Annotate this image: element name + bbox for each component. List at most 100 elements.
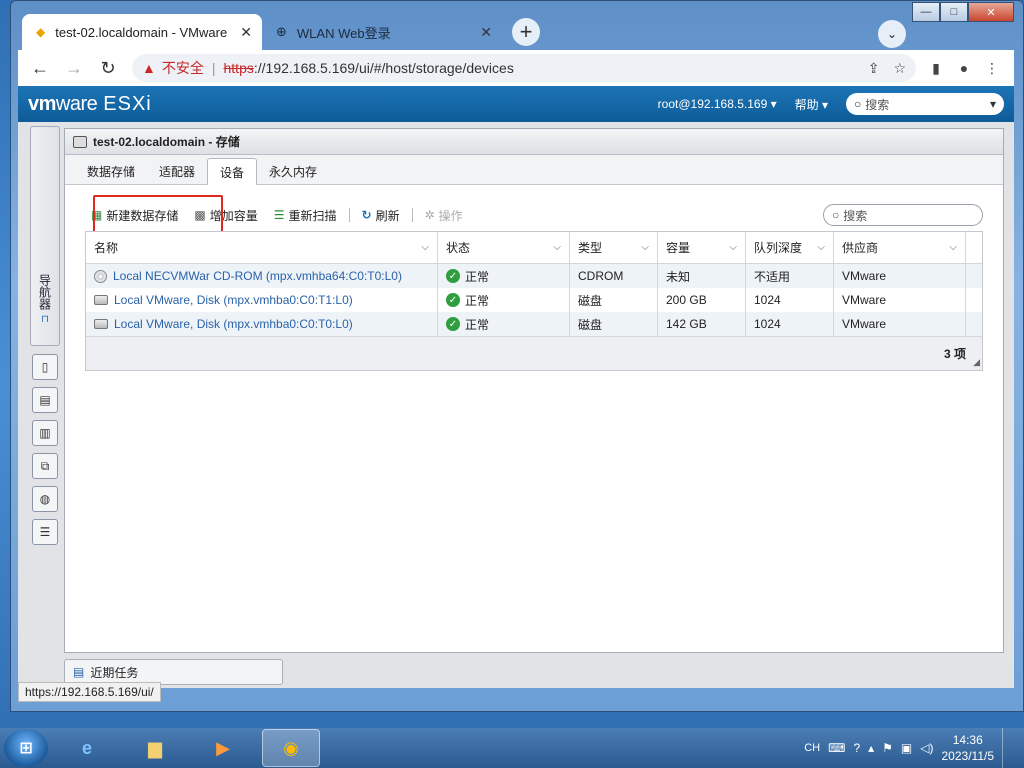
increase-capacity-icon: ▩ — [194, 208, 206, 222]
back-arrow-icon[interactable]: ← — [26, 54, 54, 82]
media-player-icon[interactable]: ▶ — [194, 729, 252, 767]
profile-avatar-icon[interactable]: ● — [950, 54, 978, 82]
address-bar[interactable]: ▲ 不安全 | https://192.168.5.169/ui/#/host/… — [132, 54, 916, 82]
column-capacity[interactable]: 容量 ⌵ — [658, 232, 746, 263]
tab-datastores[interactable]: 数据存储 — [75, 158, 147, 184]
bookmark-star-icon[interactable]: ☆ — [893, 60, 906, 77]
increase-capacity-button[interactable]: ▩ 增加容量 — [188, 204, 263, 226]
refresh-button[interactable]: ↻ 刷新 — [356, 204, 406, 226]
item-count: 3 项 — [943, 347, 966, 361]
status-ok-icon: ✓ — [446, 317, 460, 331]
monitor-icon[interactable]: ▥ — [32, 420, 58, 446]
column-type[interactable]: 类型 ⌵ — [570, 232, 658, 263]
toolbar-divider — [348, 208, 350, 222]
pin-icon: ⊓ — [41, 314, 49, 325]
devices-search-input[interactable]: ○ 搜索 — [823, 204, 983, 226]
help-menu[interactable]: 帮助 ▾ — [795, 96, 828, 113]
column-vendor[interactable]: 供应商 ⌵ — [834, 232, 966, 263]
column-status[interactable]: 状态 ⌵ — [438, 232, 570, 263]
gear-icon: ✲ — [424, 208, 435, 222]
devices-table: 名称 ⌵ 状态 ⌵ 类型 ⌵ 容量 ⌵ 队列深度 ⌵ 供应商 ⌵ Local NECVMWa… — [85, 231, 983, 371]
show-desktop-button[interactable] — [1002, 728, 1014, 768]
close-window-button[interactable]: ✕ — [968, 2, 1014, 22]
maximize-button[interactable]: □ — [940, 2, 968, 22]
forward-arrow-icon[interactable]: → — [60, 54, 88, 82]
browser-toolbar: ← → ↻ ▲ 不安全 | https://192.168.5.169/ui/#… — [18, 50, 1014, 86]
tab-adapters[interactable]: 适配器 — [147, 158, 207, 184]
start-button-icon[interactable]: ⊞ — [4, 729, 48, 767]
table-row[interactable]: Local VMware, Disk (mpx.vmhba0:C0:T1:L0)… — [86, 288, 982, 312]
column-name[interactable]: 名称 ⌵ — [86, 232, 438, 263]
internet-explorer-icon[interactable]: e — [58, 729, 116, 767]
device-name[interactable]: Local VMware, Disk (mpx.vmhba0:C0:T1:L0) — [114, 293, 353, 307]
virtual-machines-icon[interactable]: ⧉ — [32, 453, 58, 479]
url-separator: | — [211, 60, 216, 76]
new-datastore-button[interactable]: ▦ 新建数据存储 — [85, 204, 184, 226]
user-menu[interactable]: root@192.168.5.169 ▾ — [658, 97, 777, 111]
chevron-down-icon: ⌵ — [729, 242, 737, 253]
file-explorer-icon[interactable]: ▆ — [126, 729, 184, 767]
tab-devices[interactable]: 设备 — [207, 158, 258, 185]
menu-kebab-icon[interactable]: ⋮ — [978, 54, 1006, 82]
host-icon[interactable]: ▯ — [32, 354, 58, 380]
sidepanel-icon[interactable]: ▮ — [922, 54, 950, 82]
ime-indicator[interactable]: CH — [804, 742, 820, 754]
resize-grip-icon[interactable]: ◢ — [973, 357, 980, 368]
tab-search-chevron-icon[interactable]: ⌄ — [878, 20, 906, 48]
device-capacity: 未知 — [658, 264, 746, 288]
networking-icon[interactable]: ◍ — [32, 486, 58, 512]
device-vendor: VMware — [834, 312, 966, 336]
tab-close-icon[interactable]: ✕ — [480, 24, 492, 41]
volume-icon[interactable]: ◁) — [920, 741, 933, 755]
search-icon: ○ — [854, 97, 862, 111]
network-icon[interactable]: ▣ — [901, 741, 912, 755]
keyboard-icon[interactable]: ⌨ — [828, 741, 845, 755]
table-footer: 3 项 ◢ — [86, 336, 982, 370]
minimize-button[interactable]: — — [912, 2, 940, 22]
chevron-down-icon: ⌵ — [817, 242, 825, 253]
device-vendor: VMware — [834, 264, 966, 288]
search-icon: ○ — [832, 208, 840, 222]
rescan-button[interactable]: ☰ 重新扫描 — [268, 204, 343, 226]
actions-button[interactable]: ✲ 操作 — [419, 204, 469, 226]
header-search-input[interactable]: ○ 搜索 ▾ — [846, 93, 1004, 115]
chevron-down-icon: ▾ — [989, 97, 996, 111]
url-path: ://192.168.5.169/ui/#/host/storage/devic… — [253, 60, 514, 76]
toolbar-divider — [411, 208, 413, 222]
device-name[interactable]: Local VMware, Disk (mpx.vmhba0:C0:T0:L0) — [114, 317, 353, 331]
host-manage-icon[interactable]: ▤ — [32, 387, 58, 413]
device-capacity: 142 GB — [658, 312, 746, 336]
browser-tab-wlan[interactable]: ⊕ WLAN Web登录 ✕ — [262, 14, 502, 50]
device-type: CDROM — [570, 264, 658, 288]
tray-expand-icon[interactable]: ▴ — [868, 741, 874, 755]
reload-icon[interactable]: ↻ — [94, 54, 122, 82]
chevron-down-icon: ⌵ — [641, 242, 649, 253]
disk-icon — [94, 295, 108, 305]
chrome-icon[interactable]: ◉ — [262, 729, 320, 767]
chevron-down-icon: ⌵ — [949, 242, 957, 253]
new-tab-button[interactable]: + — [512, 18, 540, 46]
browser-tab-esxi[interactable]: ◆ test-02.localdomain - VMware ✕ — [22, 14, 262, 50]
warning-icon: ▲ — [142, 60, 156, 76]
recent-tasks-label: 近期任务 — [90, 665, 139, 680]
help-icon[interactable]: ? — [853, 741, 860, 755]
table-row[interactable]: Local VMware, Disk (mpx.vmhba0:C0:T0:L0)… — [86, 312, 982, 336]
rescan-icon: ☰ — [273, 208, 285, 222]
table-row[interactable]: Local NECVMWar CD-ROM (mpx.vmhba64:C0:T0… — [86, 264, 982, 288]
vmware-esxi-logo: vmware ESXi — [28, 92, 152, 115]
action-center-flag-icon[interactable]: ⚑ — [882, 741, 893, 755]
storage-icon[interactable]: ☰ — [32, 519, 58, 545]
navigator-sidebar: 导航器 ⊓ ▯ ▤ ▥ ⧉ ◍ ☰ — [30, 126, 60, 684]
windows-taskbar: ⊞ e ▆ ▶ ◉ CH ⌨ ? ▴ ⚑ ▣ ◁) 14:36 2023/11/… — [0, 728, 1024, 768]
status-ok-icon: ✓ — [446, 269, 460, 283]
navigator-toggle[interactable]: 导航器 ⊓ — [30, 126, 60, 346]
share-icon[interactable]: ⇪ — [868, 60, 880, 77]
device-name[interactable]: Local NECVMWar CD-ROM (mpx.vmhba64:C0:T0… — [113, 269, 402, 283]
chevron-down-icon: ⌵ — [421, 242, 429, 253]
device-type: 磁盘 — [570, 312, 658, 336]
column-queue-depth[interactable]: 队列深度 ⌵ — [746, 232, 834, 263]
tab-persistent-memory[interactable]: 永久内存 — [257, 158, 329, 184]
header-right: root@192.168.5.169 ▾ 帮助 ▾ ○ 搜索 ▾ — [658, 93, 1004, 115]
tab-close-icon[interactable]: ✕ — [240, 24, 252, 41]
clock[interactable]: 14:36 2023/11/5 — [942, 732, 995, 764]
